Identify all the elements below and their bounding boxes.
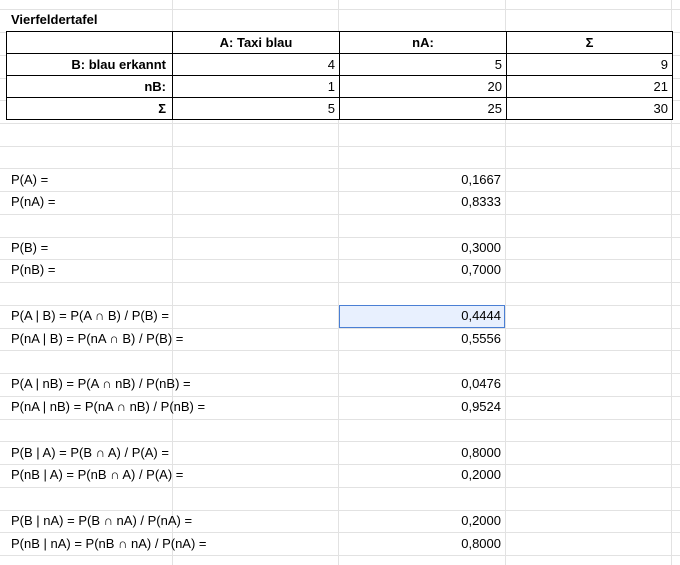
contingency-table: A: Taxi blau nA: Σ B: blau erkannt 4 5 9…: [6, 31, 673, 120]
formula-label[interactable]: P(A) =: [6, 169, 336, 191]
formula-label[interactable]: P(nA) =: [6, 191, 336, 213]
table-cell[interactable]: 9: [506, 53, 673, 76]
formula-label[interactable]: P(B) =: [6, 237, 336, 259]
row-header-sum[interactable]: Σ: [6, 97, 173, 120]
formula-value[interactable]: 0,5556: [339, 328, 505, 350]
formula-value-selected[interactable]: 0,4444: [339, 305, 505, 327]
formula-value[interactable]: 0,2000: [339, 464, 505, 486]
formula-label[interactable]: P(B | nA) = P(B ∩ nA) / P(nA) =: [6, 510, 336, 532]
table-cell[interactable]: 25: [339, 97, 507, 120]
formula-label[interactable]: P(B | A) = P(B ∩ A) / P(A) =: [6, 442, 336, 464]
formula-label[interactable]: P(nB) =: [6, 259, 336, 281]
formula-value[interactable]: 0,9524: [339, 396, 505, 418]
table-cell[interactable]: 1: [172, 75, 340, 98]
formula-label[interactable]: P(nB | A) = P(nB ∩ A) / P(A) =: [6, 464, 336, 486]
table-cell[interactable]: 30: [506, 97, 673, 120]
table-header-na[interactable]: nA:: [339, 31, 507, 54]
table-cell[interactable]: 21: [506, 75, 673, 98]
table-header-a[interactable]: A: Taxi blau: [172, 31, 340, 54]
formula-label[interactable]: P(nB | nA) = P(nB ∩ nA) / P(nA) =: [6, 533, 336, 555]
table-row: B: blau erkannt 4 5 9: [6, 53, 673, 76]
formula-value[interactable]: 0,1667: [339, 169, 505, 191]
formula-value[interactable]: 0,7000: [339, 259, 505, 281]
table-cell[interactable]: 20: [339, 75, 507, 98]
table-cell[interactable]: 5: [339, 53, 507, 76]
table-header-sum[interactable]: Σ: [506, 31, 673, 54]
table-row: Σ 5 25 30: [6, 97, 673, 120]
formula-label[interactable]: P(A | B) = P(A ∩ B) / P(B) =: [6, 305, 336, 327]
table-header-corner[interactable]: [6, 31, 173, 54]
table-cell[interactable]: 4: [172, 53, 340, 76]
formula-label[interactable]: P(nA | nB) = P(nA ∩ nB) / P(nB) =: [6, 396, 336, 418]
formula-value[interactable]: 0,0476: [339, 373, 505, 395]
sheet-title[interactable]: Vierfeldertafel: [6, 9, 306, 31]
formula-value[interactable]: 0,2000: [339, 510, 505, 532]
formula-value[interactable]: 0,3000: [339, 237, 505, 259]
formula-value[interactable]: 0,8333: [339, 191, 505, 213]
spreadsheet-area[interactable]: Vierfeldertafel A: Taxi blau nA: Σ B: bl…: [0, 0, 680, 565]
row-header-nb[interactable]: nB:: [6, 75, 173, 98]
table-header-row: A: Taxi blau nA: Σ: [6, 31, 673, 54]
table-cell[interactable]: 5: [172, 97, 340, 120]
formula-label[interactable]: P(nA | B) = P(nA ∩ B) / P(B) =: [6, 328, 336, 350]
table-row: nB: 1 20 21: [6, 75, 673, 98]
formula-label[interactable]: P(A | nB) = P(A ∩ nB) / P(nB) =: [6, 373, 336, 395]
formula-value[interactable]: 0,8000: [339, 533, 505, 555]
formula-value[interactable]: 0,8000: [339, 442, 505, 464]
row-header-b[interactable]: B: blau erkannt: [6, 53, 173, 76]
